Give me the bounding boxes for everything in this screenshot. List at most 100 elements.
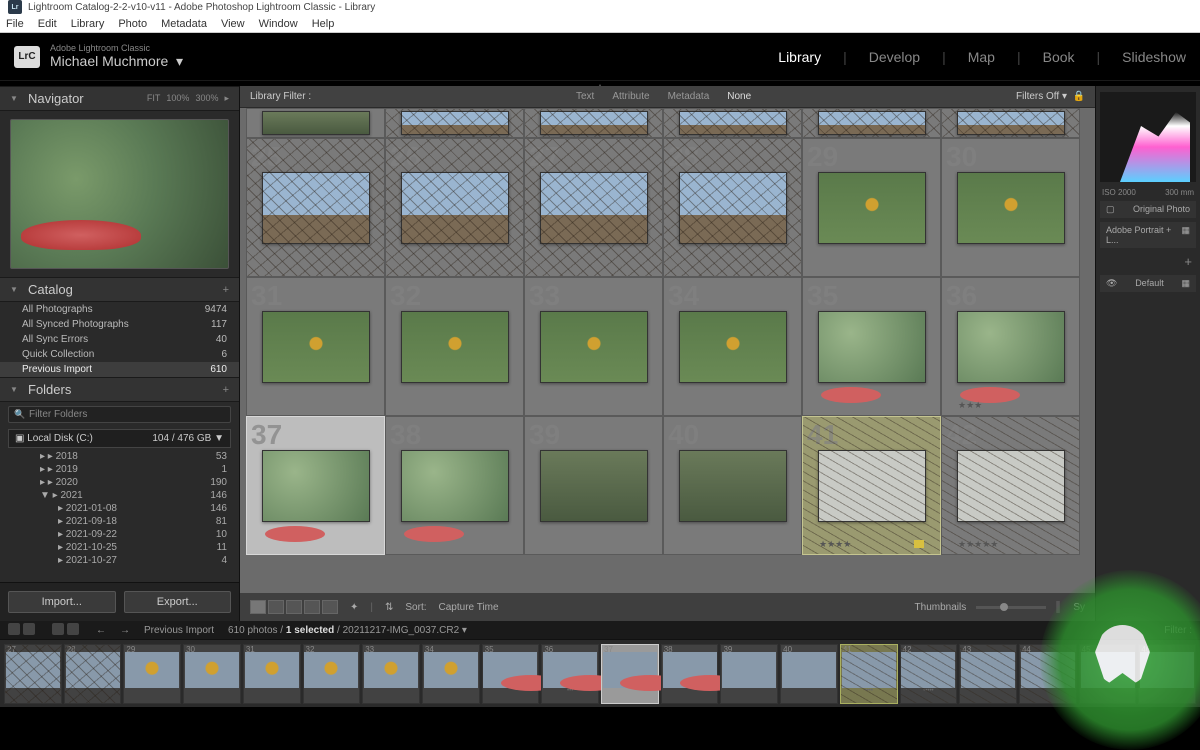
menu-view[interactable]: View: [221, 18, 245, 30]
original-photo-row[interactable]: ▢Original Photo: [1100, 201, 1196, 218]
menu-edit[interactable]: Edit: [38, 18, 57, 30]
filmstrip-cell[interactable]: 37: [601, 644, 659, 704]
thumbnail[interactable]: [262, 450, 370, 522]
module-map[interactable]: Map: [968, 49, 995, 65]
filmstrip-thumb[interactable]: [842, 652, 896, 688]
disclosure-triangle-icon[interactable]: ▼: [10, 285, 18, 294]
filmstrip-cell[interactable]: 34: [422, 644, 480, 704]
filmstrip-thumb[interactable]: [543, 652, 597, 688]
grid-cell[interactable]: 42 ★★★★★: [941, 416, 1080, 555]
module-picker[interactable]: Library|Develop|Map|Book|Slideshow: [778, 49, 1186, 65]
user-name[interactable]: Michael Muchmore ▾: [50, 53, 183, 69]
thumbnail[interactable]: [540, 311, 648, 383]
menu-photo[interactable]: Photo: [118, 18, 147, 30]
library-filter-bar[interactable]: Library Filter : TextAttributeMetadataNo…: [240, 86, 1095, 108]
folder-item[interactable]: ▸ 2021-10-274: [0, 554, 239, 567]
filmstrip-thumb[interactable]: [245, 652, 299, 688]
navigator-header[interactable]: ▼ Navigator FIT100%300% ▸: [0, 86, 239, 111]
filter-tab-metadata[interactable]: Metadata: [668, 91, 710, 102]
filmstrip-thumb[interactable]: [483, 652, 537, 688]
add-snapshot-icon[interactable]: +: [1096, 250, 1200, 273]
folders-add-icon[interactable]: +: [223, 384, 229, 396]
grid-cell[interactable]: 27: [524, 138, 663, 277]
folder-item[interactable]: ▸ 2021-09-2210: [0, 528, 239, 541]
grid-cell[interactable]: [246, 108, 385, 138]
sync-button[interactable]: Sy: [1073, 602, 1085, 613]
filmstrip-cell[interactable]: 40: [780, 644, 838, 704]
thumbnail[interactable]: [818, 311, 926, 383]
menu-bar[interactable]: FileEditLibraryPhotoMetadataViewWindowHe…: [0, 15, 1200, 33]
filter-tab-attribute[interactable]: Attribute: [612, 91, 649, 102]
menu-help[interactable]: Help: [312, 18, 335, 30]
filmstrip-cell[interactable]: 32: [303, 644, 361, 704]
filmstrip-thumb[interactable]: [782, 652, 836, 688]
filmstrip-info-bar[interactable]: ←→ Previous Import 610 photos / 1 select…: [0, 621, 1200, 639]
menu-window[interactable]: Window: [259, 18, 298, 30]
sort-value[interactable]: Capture Time: [439, 602, 499, 613]
folder-item[interactable]: ▸ 2021-10-2511: [0, 541, 239, 554]
catalog-item[interactable]: All Synced Photographs117: [0, 317, 239, 332]
catalog-item[interactable]: All Photographs9474: [0, 302, 239, 317]
folder-item[interactable]: ▸ ▸ 2020190: [0, 476, 239, 489]
thumbnail[interactable]: [401, 450, 509, 522]
grid-cell[interactable]: 26: [385, 138, 524, 277]
filmstrip-cell[interactable]: 44: [1019, 644, 1077, 704]
module-slideshow[interactable]: Slideshow: [1122, 49, 1186, 65]
view-mode-buttons[interactable]: [250, 600, 338, 614]
thumbnail[interactable]: [818, 172, 926, 244]
module-book[interactable]: Book: [1043, 49, 1075, 65]
filmstrip-thumb[interactable]: [6, 652, 60, 688]
catalog-item[interactable]: Quick Collection6: [0, 347, 239, 362]
folder-filter-input[interactable]: Filter Folders: [8, 406, 231, 423]
navigator-preview[interactable]: [10, 119, 229, 269]
folder-tree[interactable]: ▸ ▸ 201853▸ ▸ 20191▸ ▸ 2020190▼ ▸ 202114…: [0, 450, 239, 582]
thumbnail[interactable]: [679, 111, 787, 135]
filter-tab-text[interactable]: Text: [576, 91, 594, 102]
navigator-zoom[interactable]: FIT100%300% ▸: [147, 93, 229, 104]
folder-item[interactable]: ▸ 2021-09-1881: [0, 515, 239, 528]
thumbnail[interactable]: [401, 311, 509, 383]
thumbnail[interactable]: [401, 111, 509, 135]
grid-cell[interactable]: 35: [802, 277, 941, 416]
grid-cell[interactable]: 29: [802, 138, 941, 277]
thumbnail[interactable]: [679, 172, 787, 244]
filmstrip-cell[interactable]: 41 ••••: [840, 644, 898, 704]
filmstrip-cell[interactable]: 42 •••••: [900, 644, 958, 704]
filmstrip-filter[interactable]: Filter :: [1164, 625, 1192, 636]
menu-file[interactable]: File: [6, 18, 24, 30]
catalog-list[interactable]: All Photographs9474All Synced Photograph…: [0, 302, 239, 377]
thumbnail[interactable]: [679, 450, 787, 522]
thumbnail[interactable]: [262, 172, 370, 244]
folders-header[interactable]: ▼ Folders +: [0, 377, 239, 402]
filmstrip-cell[interactable]: 28: [64, 644, 122, 704]
rating-stars[interactable]: ★★★★★: [958, 539, 998, 550]
grid-cell[interactable]: 32: [385, 277, 524, 416]
disclosure-triangle-icon[interactable]: ▼: [10, 94, 18, 103]
catalog-add-icon[interactable]: +: [223, 284, 229, 296]
grid-cell[interactable]: 34: [663, 277, 802, 416]
module-develop[interactable]: Develop: [869, 49, 920, 65]
thumbnail[interactable]: [957, 111, 1065, 135]
thumbnail[interactable]: [540, 111, 648, 135]
grid-cell[interactable]: 25: [246, 138, 385, 277]
filmstrip-thumb[interactable]: [603, 652, 657, 688]
filmstrip-thumb[interactable]: [1140, 652, 1194, 688]
grid-loupe-icons[interactable]: [52, 623, 82, 638]
folder-item[interactable]: ▸ 2021-01-08146: [0, 502, 239, 515]
disclosure-triangle-icon[interactable]: ▼: [10, 385, 18, 394]
folder-item[interactable]: ▸ ▸ 20191: [0, 463, 239, 476]
filmstrip-thumb[interactable]: [663, 652, 717, 688]
grid-cell[interactable]: 37: [246, 416, 385, 555]
filmstrip-cell[interactable]: 30: [183, 644, 241, 704]
catalog-header[interactable]: ▼ Catalog +: [0, 277, 239, 302]
sort-direction-icon[interactable]: ⇅: [385, 602, 393, 613]
grid-cell[interactable]: 40: [663, 416, 802, 555]
filmstrip-thumb[interactable]: [722, 652, 776, 688]
filmstrip-cell[interactable]: 31: [243, 644, 301, 704]
thumbnail[interactable]: [818, 111, 926, 135]
grid-cell[interactable]: 38: [385, 416, 524, 555]
catalog-item[interactable]: Previous Import610: [0, 362, 239, 377]
grid-cell[interactable]: [524, 108, 663, 138]
grid-cell[interactable]: 30: [941, 138, 1080, 277]
filmstrip-cell[interactable]: 39: [720, 644, 778, 704]
